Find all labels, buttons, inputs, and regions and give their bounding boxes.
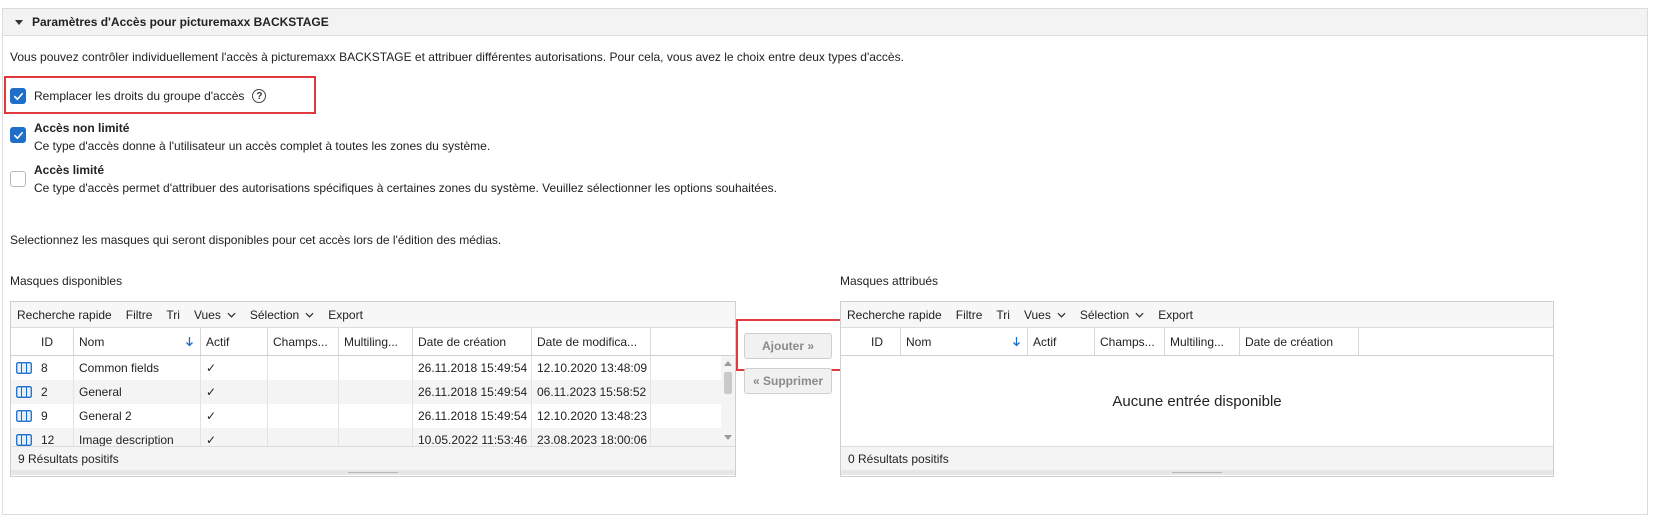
- mask-grid-icon: [16, 362, 32, 374]
- chevron-down-icon: [1135, 312, 1144, 318]
- add-button[interactable]: Ajouter »: [744, 333, 832, 359]
- chevron-down-icon: [305, 312, 314, 318]
- quick-search-button[interactable]: Recherche rapide: [847, 308, 942, 322]
- selection-dropdown[interactable]: Sélection: [1080, 308, 1144, 322]
- column-id[interactable]: ID: [866, 328, 901, 355]
- collapse-triangle-icon[interactable]: [15, 19, 23, 25]
- column-id[interactable]: ID: [36, 328, 74, 355]
- panel-header[interactable]: Paramètres d'Accès pour picturemaxx BACK…: [3, 9, 1647, 36]
- active-check: ✓: [201, 380, 268, 404]
- help-icon[interactable]: ?: [252, 89, 267, 103]
- column-multilingual[interactable]: Multiling...: [339, 328, 413, 355]
- available-grid-body: 8 Common fields ✓ 26.11.2018 15:49:54 12…: [11, 356, 735, 446]
- unlimited-access-option[interactable]: Accès non limité Ce type d'accès donne à…: [10, 120, 490, 156]
- views-dropdown[interactable]: Vues: [194, 308, 236, 322]
- assigned-grid-toolbar: Recherche rapide Filtre Tri Vues Sélecti…: [841, 302, 1553, 328]
- table-row[interactable]: 8 Common fields ✓ 26.11.2018 15:49:54 12…: [11, 356, 735, 380]
- available-grid-header: ID Nom Actif Champs... Multiling... Date…: [11, 328, 735, 356]
- mask-grid-icon: [16, 410, 32, 422]
- available-masks-grid: Recherche rapide Filtre Tri Vues Sélecti…: [10, 301, 736, 477]
- column-name[interactable]: Nom: [74, 328, 201, 355]
- table-row[interactable]: 2 General ✓ 26.11.2018 15:49:54 06.11.20…: [11, 380, 735, 404]
- active-check: ✓: [201, 356, 268, 380]
- export-button[interactable]: Export: [328, 308, 363, 322]
- table-row[interactable]: 12 Image description ✓ 10.05.2022 11:53:…: [11, 428, 735, 446]
- limited-access-checkbox[interactable]: [10, 171, 26, 187]
- active-check: ✓: [201, 404, 268, 428]
- active-check: ✓: [201, 428, 268, 446]
- column-created[interactable]: Date de création: [1240, 328, 1359, 355]
- empty-state-text: Aucune entrée disponible: [1112, 392, 1282, 410]
- quick-search-button[interactable]: Recherche rapide: [17, 308, 112, 322]
- arrow-down-icon: [186, 337, 193, 347]
- table-row[interactable]: 9 General 2 ✓ 26.11.2018 15:49:54 12.10.…: [11, 404, 735, 428]
- override-label: Remplacer les droits du groupe d'accès: [34, 89, 245, 103]
- chevron-down-icon: [1057, 312, 1066, 318]
- available-grid-toolbar: Recherche rapide Filtre Tri Vues Sélecti…: [11, 302, 735, 328]
- assigned-grid-body: Aucune entrée disponible: [841, 356, 1553, 446]
- unlimited-access-checkbox[interactable]: [10, 127, 26, 143]
- remove-button[interactable]: « Supprimer: [744, 368, 832, 394]
- available-grid-scrollbar[interactable]: [721, 356, 735, 446]
- mask-grid-icon: [16, 386, 32, 398]
- available-grid-footer: 9 Résultats positifs: [11, 446, 735, 470]
- assigned-masks-label: Masques attribués: [840, 274, 939, 288]
- views-dropdown[interactable]: Vues: [1024, 308, 1066, 322]
- limited-access-option[interactable]: Accès limité Ce type d'accès permet d'at…: [10, 162, 777, 198]
- override-row[interactable]: Remplacer les droits du groupe d'accès ?: [10, 88, 267, 104]
- filter-button[interactable]: Filtre: [126, 308, 153, 322]
- filter-button[interactable]: Filtre: [956, 308, 983, 322]
- assigned-grid-resize-handle[interactable]: [841, 470, 1553, 475]
- limited-access-description: Ce type d'accès permet d'attribuer des a…: [34, 181, 777, 195]
- intro-text: Vous pouvez contrôler individuellement l…: [10, 50, 904, 64]
- column-name[interactable]: Nom: [901, 328, 1028, 355]
- arrow-down-icon: [1013, 337, 1020, 347]
- column-icon: [11, 328, 36, 355]
- column-icon: [841, 328, 866, 355]
- export-button[interactable]: Export: [1158, 308, 1193, 322]
- unlimited-access-title: Accès non limité: [34, 121, 130, 135]
- checkmark-icon: [13, 131, 23, 139]
- available-grid-resize-handle[interactable]: [11, 470, 735, 475]
- assigned-masks-grid: Recherche rapide Filtre Tri Vues Sélecti…: [840, 301, 1554, 477]
- assigned-grid-header: ID Nom Actif Champs... Multiling... Date…: [841, 328, 1553, 356]
- column-created[interactable]: Date de création: [413, 328, 532, 355]
- column-active[interactable]: Actif: [201, 328, 268, 355]
- column-active[interactable]: Actif: [1028, 328, 1095, 355]
- checkmark-icon: [13, 92, 23, 100]
- sort-button[interactable]: Tri: [166, 308, 180, 322]
- chevron-down-icon: [227, 312, 236, 318]
- scrollbar-thumb[interactable]: [724, 372, 732, 394]
- column-multilingual[interactable]: Multiling...: [1165, 328, 1240, 355]
- scroll-up-icon[interactable]: [723, 360, 733, 367]
- column-fields[interactable]: Champs...: [268, 328, 339, 355]
- column-modified[interactable]: Date de modifica...: [532, 328, 651, 355]
- scroll-down-icon[interactable]: [723, 434, 733, 441]
- limited-access-title: Accès limité: [34, 163, 105, 177]
- sort-button[interactable]: Tri: [996, 308, 1010, 322]
- column-fields[interactable]: Champs...: [1095, 328, 1165, 355]
- unlimited-access-description: Ce type d'accès donne à l'utilisateur un…: [34, 139, 491, 153]
- panel-title: Paramètres d'Accès pour picturemaxx BACK…: [32, 15, 329, 29]
- available-masks-label: Masques disponibles: [10, 274, 123, 288]
- mask-grid-icon: [16, 434, 32, 446]
- selection-dropdown[interactable]: Sélection: [250, 308, 314, 322]
- assigned-grid-footer: 0 Résultats positifs: [841, 446, 1553, 470]
- override-checkbox[interactable]: [10, 88, 26, 104]
- masks-hint: Selectionnez les masques qui seront disp…: [10, 233, 502, 247]
